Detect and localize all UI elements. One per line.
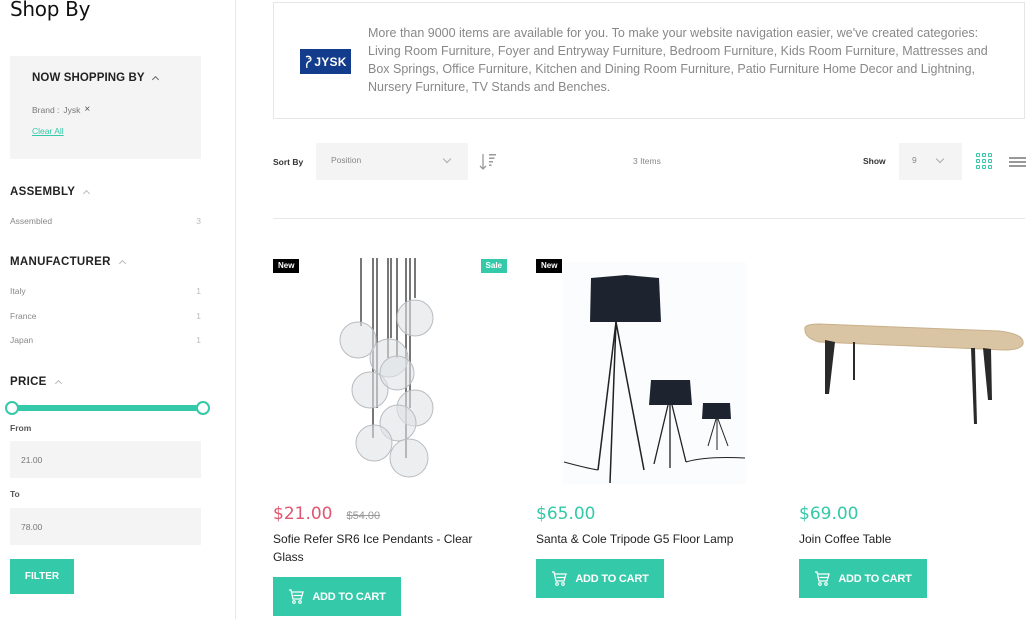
filter-header-manufacturer[interactable]: MANUFACTURER [10,256,126,268]
product-image-floor-lamp[interactable] [536,258,776,488]
clear-all-link[interactable]: Clear All [32,126,64,136]
cart-icon [552,571,568,586]
badge-sale: Sale [480,259,507,273]
product-price: $21.00 [273,504,333,524]
filter-header-assembly[interactable]: ASSEMBLY [10,186,91,198]
sidebar: Shop By NOW SHOPPING BY Brand : Jysk × C… [0,0,236,619]
add-to-cart-label: ADD TO CART [838,572,912,585]
toolbar-divider [273,218,1025,219]
add-to-cart-label: ADD TO CART [312,590,386,603]
page: Shop By NOW SHOPPING BY Brand : Jysk × C… [0,0,1029,619]
chevron-up-icon[interactable] [54,379,62,388]
filter-option-label: Assembled [10,216,53,226]
product-image-pendants[interactable] [273,258,513,488]
show-limit-value: 9 [912,155,917,165]
chevron-down-icon [935,154,945,164]
filter-title-price: PRICE [10,376,47,388]
active-filter-label: Brand : [32,104,60,115]
filter-option-label: Japan [10,335,34,345]
price-range-slider[interactable] [5,401,210,415]
cart-icon [815,571,831,586]
product-price: $69.00 [799,504,859,524]
filter-option-count: 1 [196,335,201,345]
filter-option-label: Italy [10,286,26,296]
cart-icon [289,589,305,604]
price-slider-track [10,405,205,411]
filter-button[interactable]: FILTER [10,559,74,594]
price-from-label: From [10,423,32,433]
add-to-cart-button[interactable]: ADD TO CART [536,559,664,598]
filter-option-italy[interactable]: Italy 1 [10,286,201,296]
product-toolbar: Sort By Position 3 Items Show 9 [273,143,1026,180]
product-name[interactable]: Santa & Cole Tripode G5 Floor Lamp [536,530,766,548]
show-limit-select[interactable]: 9 [899,143,962,180]
filter-option-label: France [10,311,37,321]
price-to-label: To [10,489,20,499]
sort-by-select[interactable]: Position [316,143,468,180]
chevron-up-icon[interactable] [118,259,126,268]
grid-view-icon[interactable] [976,153,994,170]
price-slider-min-handle[interactable] [5,401,19,415]
chevron-up-icon[interactable] [83,189,91,198]
now-shopping-box: NOW SHOPPING BY Brand : Jysk × Clear All [10,56,201,159]
bird-icon [306,55,313,68]
chevron-down-icon [442,154,452,164]
active-filter-value: Jysk [63,104,81,115]
filter-option-france[interactable]: France 1 [10,311,201,321]
now-shopping-header[interactable]: NOW SHOPPING BY [32,72,159,84]
price-row: $69.00 [799,504,858,524]
jysk-logo-text: JYSK [314,54,347,69]
filter-option-assembled[interactable]: Assembled 3 [10,216,201,226]
add-to-cart-button[interactable]: ADD TO CART [799,559,927,598]
price-row: $21.00 $54.00 [273,504,380,524]
filter-title-manufacturer: MANUFACTURER [10,256,111,268]
price-to-input[interactable] [10,508,201,545]
badge-new: New [536,259,563,273]
product-name[interactable]: Sofie Refer SR6 Ice Pendants - Clear Gla… [273,530,503,566]
sort-by-value: Position [331,155,362,165]
brand-banner: JYSK More than 9000 items are available … [273,2,1025,119]
remove-filter-icon[interactable]: × [84,104,90,115]
banner-description: More than 9000 items are available for y… [368,26,988,94]
product-price: $65.00 [536,504,596,524]
price-row: $65.00 [536,504,595,524]
add-to-cart-button[interactable]: ADD TO CART [273,577,401,616]
filter-option-count: 3 [196,216,201,226]
show-label: Show [863,156,886,166]
price-from-input[interactable] [10,441,201,478]
filter-option-count: 1 [196,286,201,296]
jysk-logo: JYSK [300,49,351,74]
product-old-price: $54.00 [346,510,381,522]
price-slider-max-handle[interactable] [196,401,210,415]
sidebar-title: Shop By [10,0,91,21]
add-to-cart-label: ADD TO CART [575,572,649,585]
filter-option-japan[interactable]: Japan 1 [10,335,201,345]
product-image-coffee-table[interactable] [799,258,1029,488]
now-shopping-title: NOW SHOPPING BY [32,72,145,84]
filter-header-price[interactable]: PRICE [10,376,62,388]
chevron-up-icon[interactable] [151,75,159,84]
items-count: 3 Items [633,156,661,166]
badge-new: New [273,259,300,273]
sort-by-label: Sort By [273,157,304,167]
active-filter-brand: Brand : Jysk × [32,104,90,115]
list-view-icon[interactable] [1009,157,1026,167]
filter-title-assembly: ASSEMBLY [10,186,76,198]
sort-direction-icon[interactable] [478,152,498,172]
filter-option-count: 1 [196,311,201,321]
product-name[interactable]: Join Coffee Table [799,530,1029,548]
